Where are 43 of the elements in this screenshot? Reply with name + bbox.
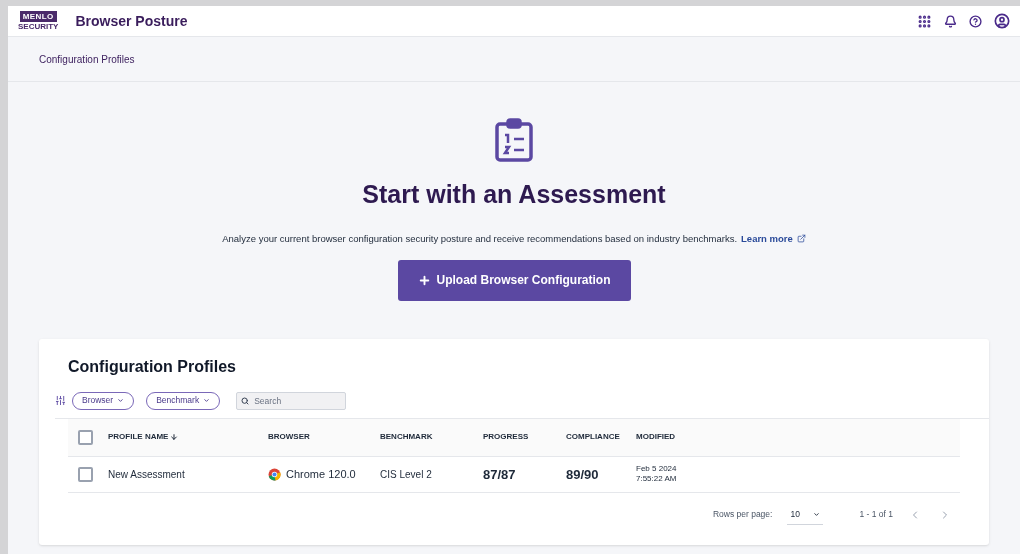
table-cell-text: New Assessment: [108, 467, 186, 482]
table-cell-text: CIS Level 2: [380, 467, 433, 482]
caret-icon: [203, 397, 211, 405]
plus-icon: [417, 273, 431, 287]
table-row[interactable]: New Assessment Chrome 120.0 CIS Level 2 87/87 89/90 Feb 5 2024 7:55:22 AM: [68, 456, 960, 493]
modified-time: 7:55:22 AM: [636, 474, 678, 485]
column-header[interactable]: COMPLIANCE: [566, 431, 636, 444]
logo: MENLO: [19, 11, 57, 22]
app-title: Browser Posture: [75, 11, 188, 31]
breadcrumb[interactable]: Configuration Profiles: [39, 51, 135, 67]
notifications-icon[interactable]: [944, 14, 957, 28]
search-icon: [241, 396, 250, 405]
card-title: Configuration Profiles: [68, 356, 237, 377]
upload-button[interactable]: Upload Browser Configuration: [397, 259, 631, 301]
table-cell-text: 89/90: [566, 465, 600, 484]
help-icon[interactable]: [969, 14, 982, 28]
caret-icon: [813, 510, 821, 518]
table-cell-text: Chrome 120.0: [286, 467, 356, 482]
sort-arrow-icon: [170, 433, 179, 442]
checkbox[interactable]: [78, 466, 93, 482]
description-text: Analyze your current browser configuration security posture and receive recommendations based on industry benchmarks.: [222, 231, 738, 246]
table-cell-text: 87/87: [483, 465, 517, 484]
hero-title: Start with an Assessment: [362, 179, 666, 210]
caret-icon: [117, 397, 125, 405]
checkbox[interactable]: [78, 429, 93, 445]
column-header[interactable]: BENCHMARK: [380, 431, 483, 444]
search-field[interactable]: Search: [236, 391, 347, 410]
learn-more-link[interactable]: Learn more: [741, 231, 793, 246]
logo-subtitle: SECURITY: [18, 22, 59, 31]
filter-icon[interactable]: [55, 395, 66, 407]
column-header[interactable]: BROWSER: [268, 431, 380, 444]
modified-date: Feb 5 2024: [636, 464, 678, 475]
column-header[interactable]: MODIFIED: [636, 431, 756, 444]
page-range: 1 - 1 of 1: [859, 508, 893, 521]
column-header[interactable]: PROGRESS: [483, 431, 566, 444]
user-icon[interactable]: [994, 13, 1010, 29]
column-header[interactable]: PROFILE NAME: [108, 431, 268, 444]
clipboard-list-icon: [494, 118, 534, 162]
rows-per-page-select[interactable]: 10: [787, 504, 824, 525]
apps-grid-icon[interactable]: [917, 13, 932, 29]
chrome-icon: [268, 467, 281, 481]
external-link-icon: [796, 234, 806, 244]
rows-per-page-label: Rows per page:: [712, 508, 773, 521]
